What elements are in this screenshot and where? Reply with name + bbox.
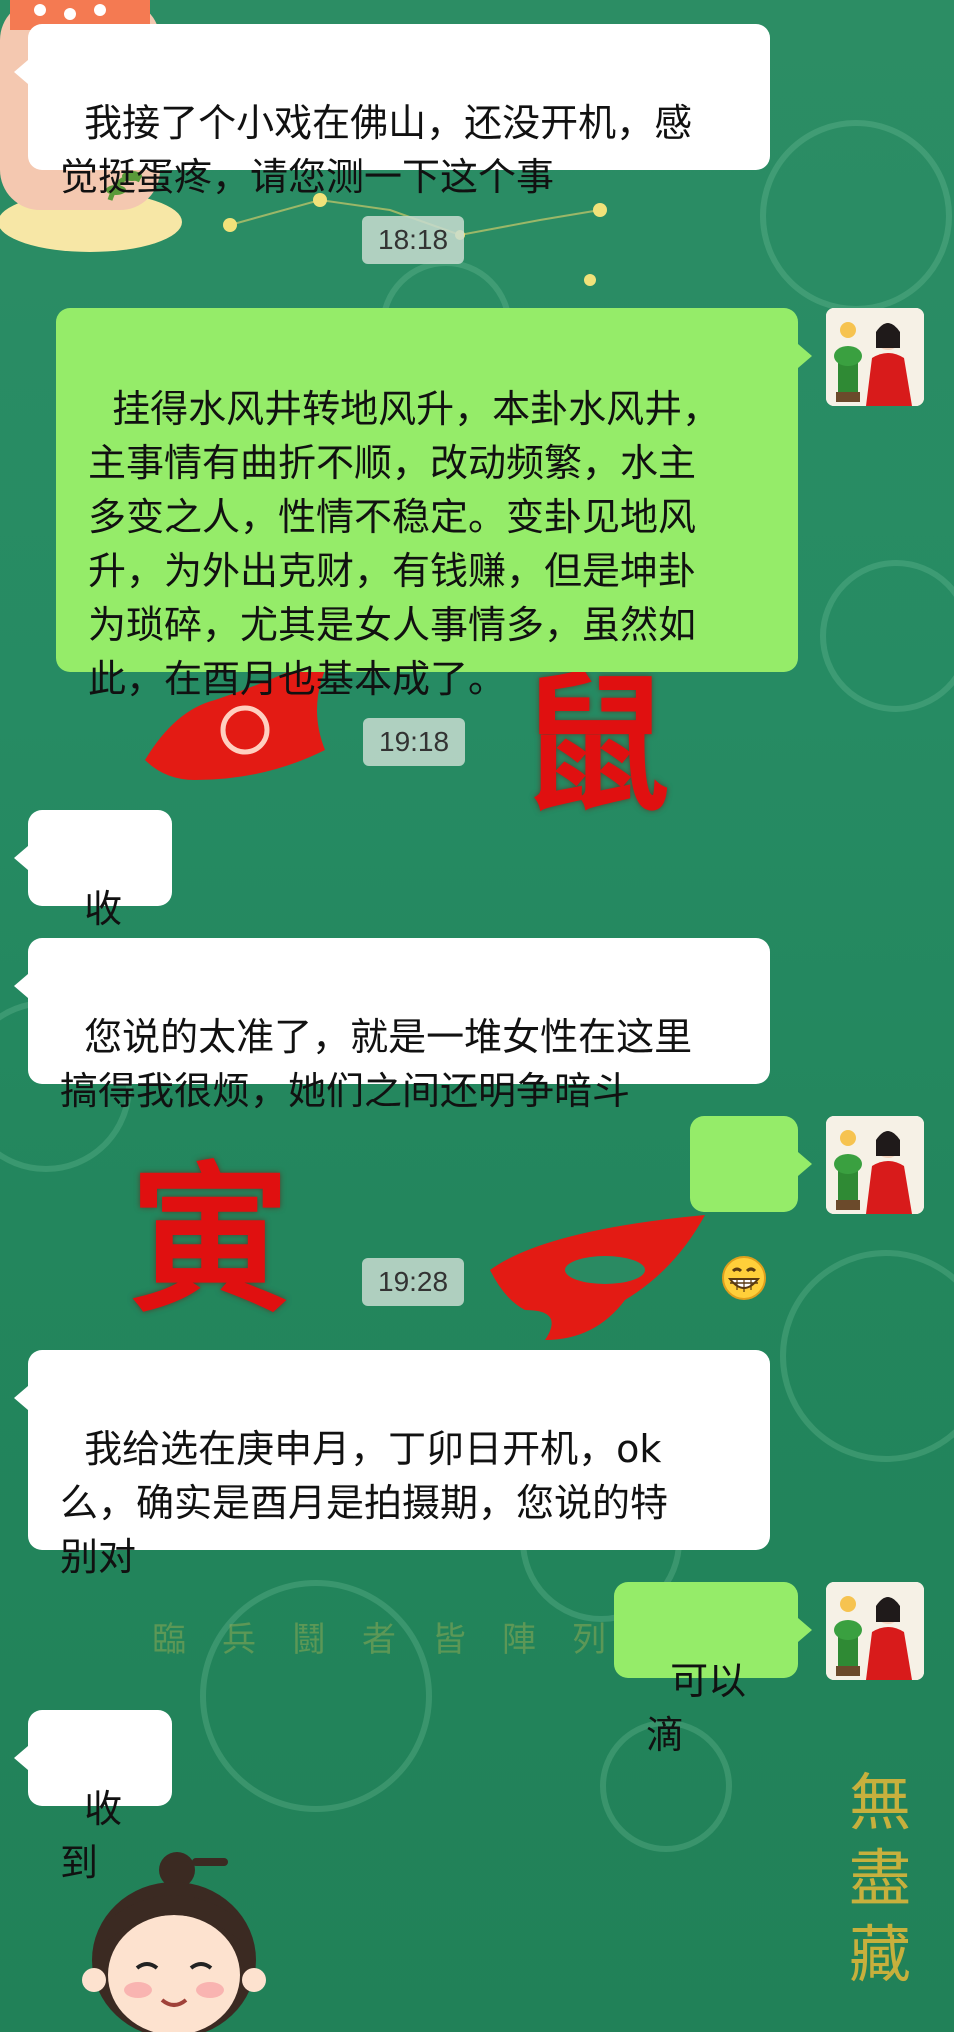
message-text: 可以滴 (646, 1659, 747, 1757)
avatar[interactable] (826, 308, 924, 406)
user-avatar-icon (826, 1582, 924, 1680)
red-glyph-top: 鼠 (520, 657, 671, 833)
message-outgoing[interactable]: 可以滴 (614, 1582, 812, 1757)
red-wing-ornament (490, 1215, 705, 1340)
user-avatar-icon (826, 308, 924, 406)
message-text: 挂得水风井转地风升，本卦水风井， 主事情有曲折不顺，改动频繁，水主 多变之人，性… (88, 387, 721, 701)
message-incoming[interactable]: 您说的太准了，就是一堆女性在这里 搞得我很烦，她们之间还明争暗斗 (14, 938, 770, 1113)
message-incoming[interactable]: 收到 (14, 1710, 172, 1885)
background-vertical-text: 無盡藏 (848, 1766, 911, 1991)
user-avatar-icon (826, 1116, 924, 1214)
cartoon-girl-sticker (82, 1852, 266, 2032)
timestamp: 19:18 (363, 718, 466, 766)
message-text: 我接了个小戏在佛山，还没开机，感 觉挺蛋疼，请您测一下这个事 (60, 101, 693, 199)
message-outgoing[interactable]: 挂得水风井转地风升，本卦水风井， 主事情有曲折不顺，改动频繁，水主 多变之人，性… (56, 308, 812, 701)
avatar[interactable] (826, 1116, 924, 1214)
message-text: 您说的太准了，就是一堆女性在这里 搞得我很烦，她们之间还明争暗斗 (60, 1015, 693, 1113)
message-incoming[interactable]: 我接了个小戏在佛山，还没开机，感 觉挺蛋疼，请您测一下这个事 (14, 24, 770, 199)
timestamp: 18:18 (362, 216, 465, 264)
avatar[interactable] (826, 1582, 924, 1680)
grin-emoji-icon (722, 1255, 766, 1300)
timestamp: 19:28 (362, 1258, 465, 1306)
message-incoming[interactable]: 收到 (14, 810, 172, 985)
red-glyph-bottom: 寅 (130, 1146, 291, 1334)
message-incoming[interactable]: 我给选在庚申月，丁卯日开机，ok 么，确实是酉月是拍摄期，您说的特 别对 (14, 1350, 770, 1579)
message-outgoing[interactable] (690, 1116, 812, 1300)
message-text: 我给选在庚申月，丁卯日开机，ok 么，确实是酉月是拍摄期，您说的特 别对 (60, 1427, 669, 1579)
